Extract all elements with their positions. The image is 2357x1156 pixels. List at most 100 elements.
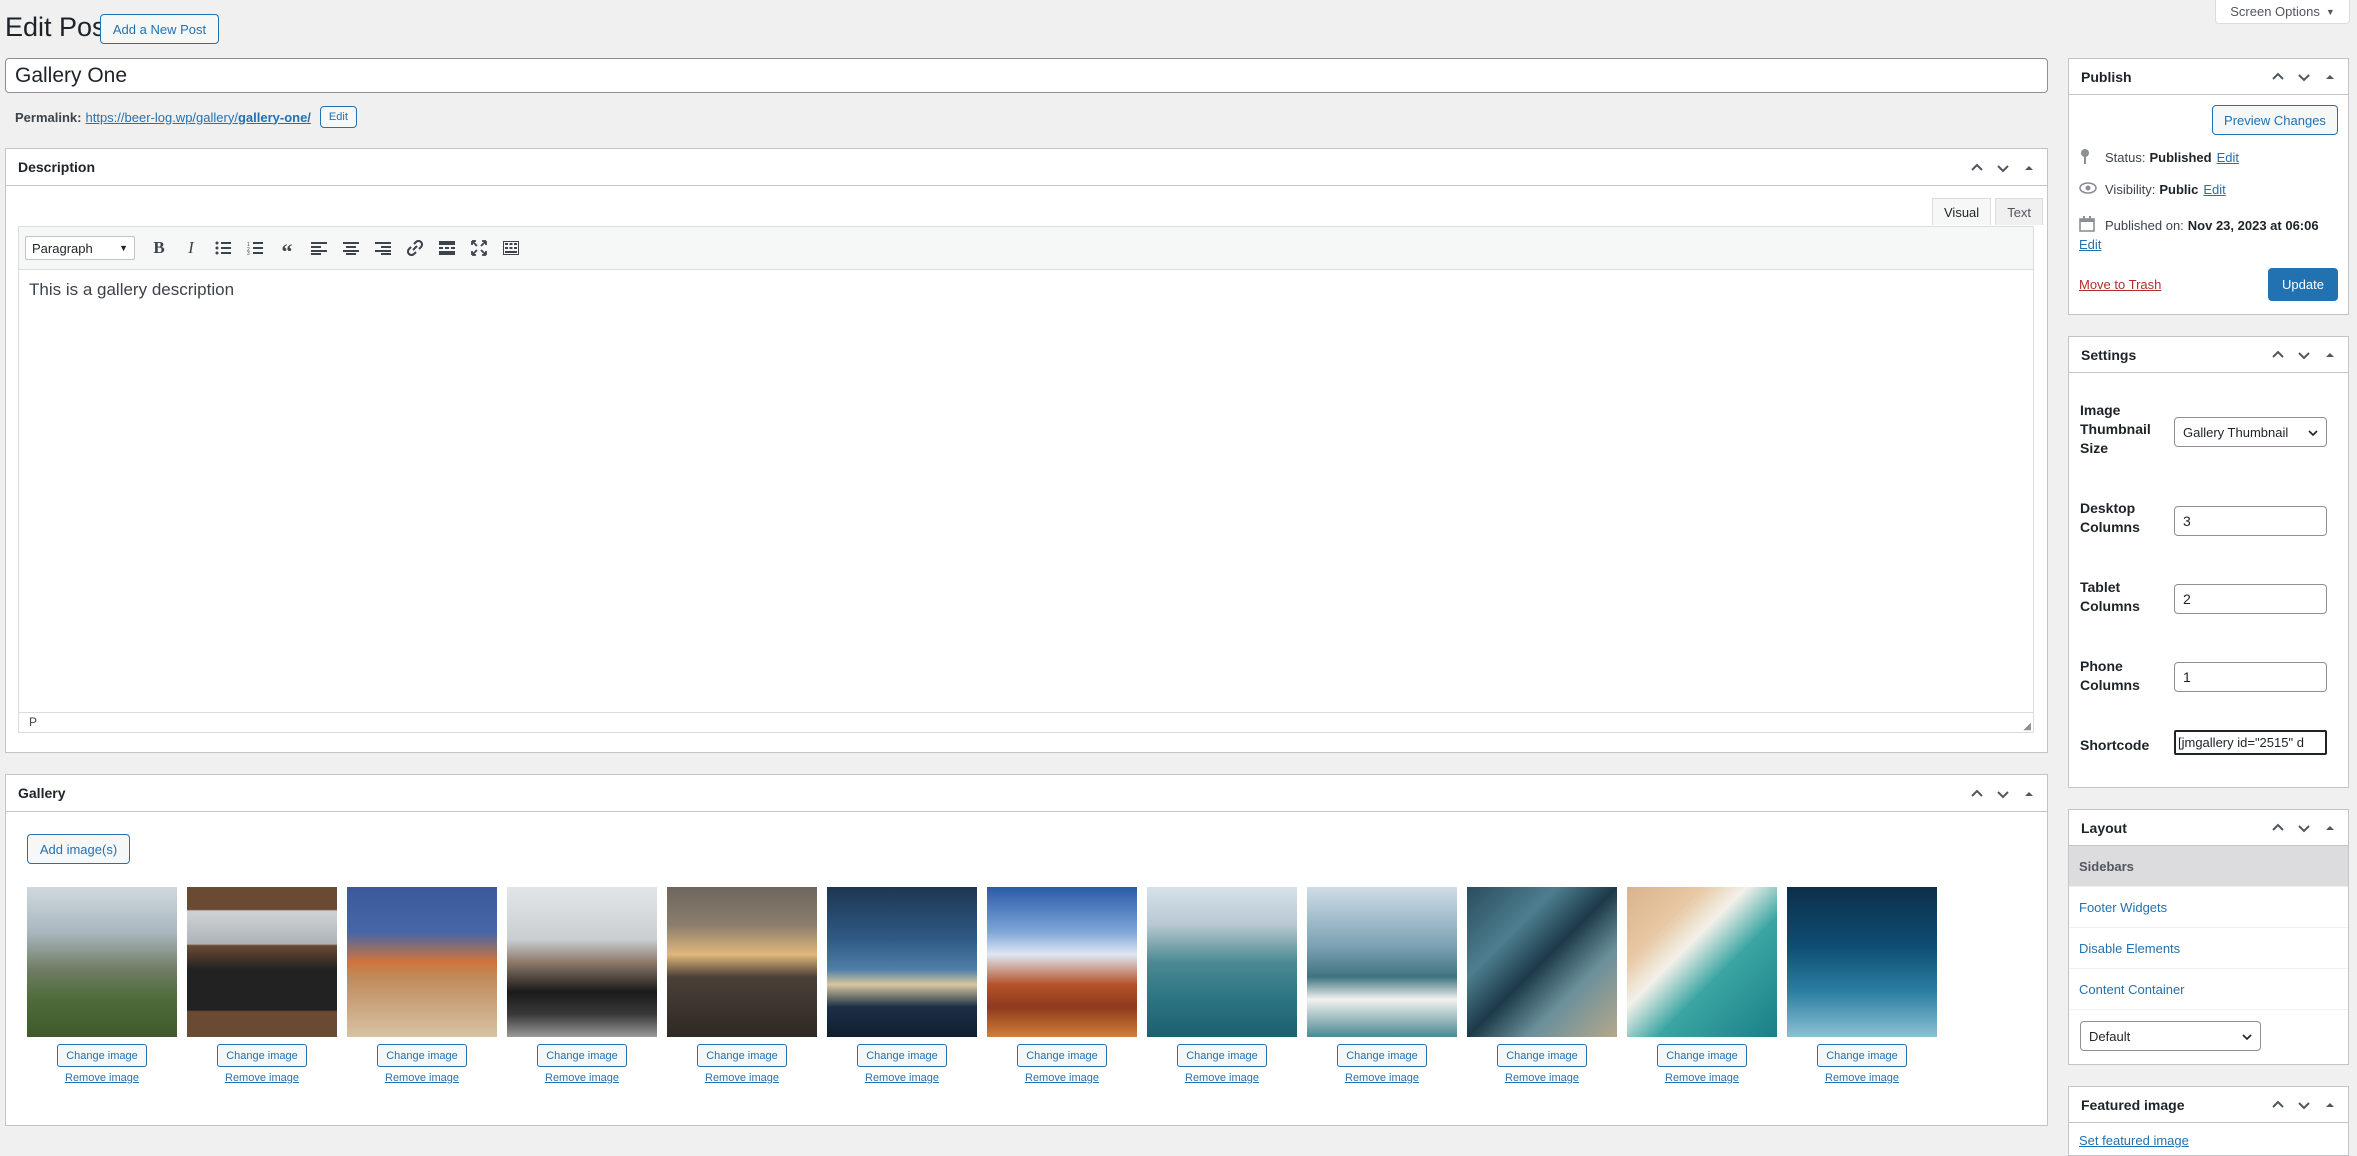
change-image-button[interactable]: Change image xyxy=(1657,1044,1747,1067)
change-image-button[interactable]: Change image xyxy=(57,1044,147,1067)
gallery-image-opera-house-dusk[interactable] xyxy=(827,887,977,1037)
bold-icon[interactable]: B xyxy=(145,234,173,262)
move-up-icon[interactable] xyxy=(1969,786,1985,802)
move-up-icon[interactable] xyxy=(2270,347,2286,363)
tab-visual[interactable]: Visual xyxy=(1932,198,1992,225)
shortcode-input[interactable]: [jmgallery id="2515" d xyxy=(2174,730,2327,755)
toggle-panel-icon[interactable] xyxy=(2322,820,2338,836)
change-image-button[interactable]: Change image xyxy=(1497,1044,1587,1067)
toggle-panel-icon[interactable] xyxy=(2322,69,2338,85)
move-down-icon[interactable] xyxy=(1995,160,2011,176)
move-down-icon[interactable] xyxy=(2296,69,2312,85)
align-left-icon[interactable] xyxy=(305,234,333,262)
remove-image-link[interactable]: Remove image xyxy=(1185,1072,1259,1084)
layout-tab-footer-widgets[interactable]: Footer Widgets xyxy=(2069,887,2348,928)
gallery-image-harbour-boats[interactable] xyxy=(1147,887,1297,1037)
add-new-post-button[interactable]: Add a New Post xyxy=(100,14,219,44)
visibility-edit-link[interactable]: Edit xyxy=(2203,182,2225,197)
blockquote-icon[interactable]: “ xyxy=(273,234,301,263)
post-title-input[interactable]: Gallery One xyxy=(5,58,2048,93)
change-image-button[interactable]: Change image xyxy=(217,1044,307,1067)
settings-box-title: Settings xyxy=(2081,346,2137,363)
phone-columns-input[interactable]: 1 xyxy=(2174,662,2327,692)
move-up-icon[interactable] xyxy=(2270,820,2286,836)
set-featured-image-link[interactable]: Set featured image xyxy=(2079,1133,2189,1148)
remove-image-link[interactable]: Remove image xyxy=(385,1072,459,1084)
read-more-icon[interactable] xyxy=(433,234,461,262)
move-down-icon[interactable] xyxy=(2296,347,2312,363)
toggle-panel-icon[interactable] xyxy=(2322,347,2338,363)
remove-image-link[interactable]: Remove image xyxy=(65,1072,139,1084)
remove-image-link[interactable]: Remove image xyxy=(545,1072,619,1084)
toolbar-toggle-icon[interactable] xyxy=(497,234,525,262)
align-right-icon[interactable] xyxy=(369,234,397,262)
move-to-trash-link[interactable]: Move to Trash xyxy=(2079,277,2161,292)
update-button[interactable]: Update xyxy=(2268,268,2338,301)
gallery-image-beach-waves[interactable] xyxy=(1627,887,1777,1037)
permalink-edit-button[interactable]: Edit xyxy=(319,106,357,128)
remove-image-link[interactable]: Remove image xyxy=(705,1072,779,1084)
move-down-icon[interactable] xyxy=(2296,1097,2312,1113)
change-image-button[interactable]: Change image xyxy=(857,1044,947,1067)
remove-image-link[interactable]: Remove image xyxy=(1665,1072,1739,1084)
featured-image-box: Featured image Set featured image xyxy=(2068,1086,2349,1156)
gallery-image-desert-rock[interactable] xyxy=(987,887,1137,1037)
change-image-button[interactable]: Change image xyxy=(1817,1044,1907,1067)
align-center-icon[interactable] xyxy=(337,234,365,262)
thumb-size-select[interactable]: Gallery Thumbnail xyxy=(2174,417,2327,447)
change-image-button[interactable]: Change image xyxy=(537,1044,627,1067)
layout-tab-disable-elements[interactable]: Disable Elements xyxy=(2069,928,2348,969)
tab-text[interactable]: Text xyxy=(1995,198,2044,225)
fullscreen-icon[interactable] xyxy=(465,234,493,262)
preview-changes-button[interactable]: Preview Changes xyxy=(2212,105,2338,135)
toggle-panel-icon[interactable] xyxy=(2021,786,2037,802)
gallery-image-laptop-desk[interactable] xyxy=(187,887,337,1037)
remove-image-link[interactable]: Remove image xyxy=(1505,1072,1579,1084)
gallery-image-coastal-road[interactable] xyxy=(1467,887,1617,1037)
add-images-button[interactable]: Add image(s) xyxy=(27,834,130,864)
screen-options-button[interactable]: Screen Options ▼ xyxy=(2215,0,2350,24)
layout-tab-sidebars[interactable]: Sidebars xyxy=(2069,846,2348,887)
remove-image-link[interactable]: Remove image xyxy=(865,1072,939,1084)
tablet-columns-input[interactable]: 2 xyxy=(2174,584,2327,614)
layout-tab-content-container[interactable]: Content Container xyxy=(2069,969,2348,1010)
gallery-image-castle-hillside[interactable] xyxy=(27,887,177,1037)
desktop-columns-input[interactable]: 3 xyxy=(2174,506,2327,536)
remove-image-link[interactable]: Remove image xyxy=(1025,1072,1099,1084)
change-image-button[interactable]: Change image xyxy=(1337,1044,1427,1067)
move-down-icon[interactable] xyxy=(2296,820,2312,836)
gallery-item: Change image Remove image xyxy=(27,887,177,1084)
bullet-list-icon[interactable] xyxy=(209,234,237,262)
permalink-link[interactable]: https://beer-log.wp/gallery/gallery-one/ xyxy=(85,110,310,125)
editor-content[interactable]: This is a gallery description xyxy=(18,270,2034,712)
gallery-image-black-car[interactable] xyxy=(507,887,657,1037)
published-edit-link[interactable]: Edit xyxy=(2079,237,2101,252)
gallery-thumbnails: Change image Remove image Change image Remo… xyxy=(27,887,1937,1084)
move-down-icon[interactable] xyxy=(1995,786,2011,802)
format-select[interactable]: Paragraph ▼ xyxy=(25,236,135,260)
gallery-image-harbour-bridge[interactable] xyxy=(1307,887,1457,1037)
change-image-button[interactable]: Change image xyxy=(377,1044,467,1067)
status-edit-link[interactable]: Edit xyxy=(2217,150,2239,165)
resize-handle-icon[interactable]: ◢ xyxy=(2023,721,2031,732)
italic-icon[interactable]: I xyxy=(177,234,205,262)
toggle-panel-icon[interactable] xyxy=(2322,1097,2338,1113)
move-up-icon[interactable] xyxy=(2270,1097,2286,1113)
remove-image-link[interactable]: Remove image xyxy=(1825,1072,1899,1084)
numbered-list-icon[interactable]: 123 xyxy=(241,234,269,262)
permalink-slug: gallery-one/ xyxy=(237,109,311,125)
gallery-image-underwater[interactable] xyxy=(1787,887,1937,1037)
remove-image-link[interactable]: Remove image xyxy=(225,1072,299,1084)
change-image-button[interactable]: Change image xyxy=(697,1044,787,1067)
layout-select[interactable]: Default xyxy=(2080,1021,2261,1051)
gallery-image-orange-flowers[interactable] xyxy=(347,887,497,1037)
remove-image-link[interactable]: Remove image xyxy=(1345,1072,1419,1084)
move-up-icon[interactable] xyxy=(1969,160,1985,176)
toggle-panel-icon[interactable] xyxy=(2021,160,2037,176)
settings-box: Settings Image Thumbnail Size Gallery Th… xyxy=(2068,336,2349,788)
gallery-image-city-buildings[interactable] xyxy=(667,887,817,1037)
link-icon[interactable] xyxy=(401,234,429,262)
move-up-icon[interactable] xyxy=(2270,69,2286,85)
change-image-button[interactable]: Change image xyxy=(1177,1044,1267,1067)
change-image-button[interactable]: Change image xyxy=(1017,1044,1107,1067)
